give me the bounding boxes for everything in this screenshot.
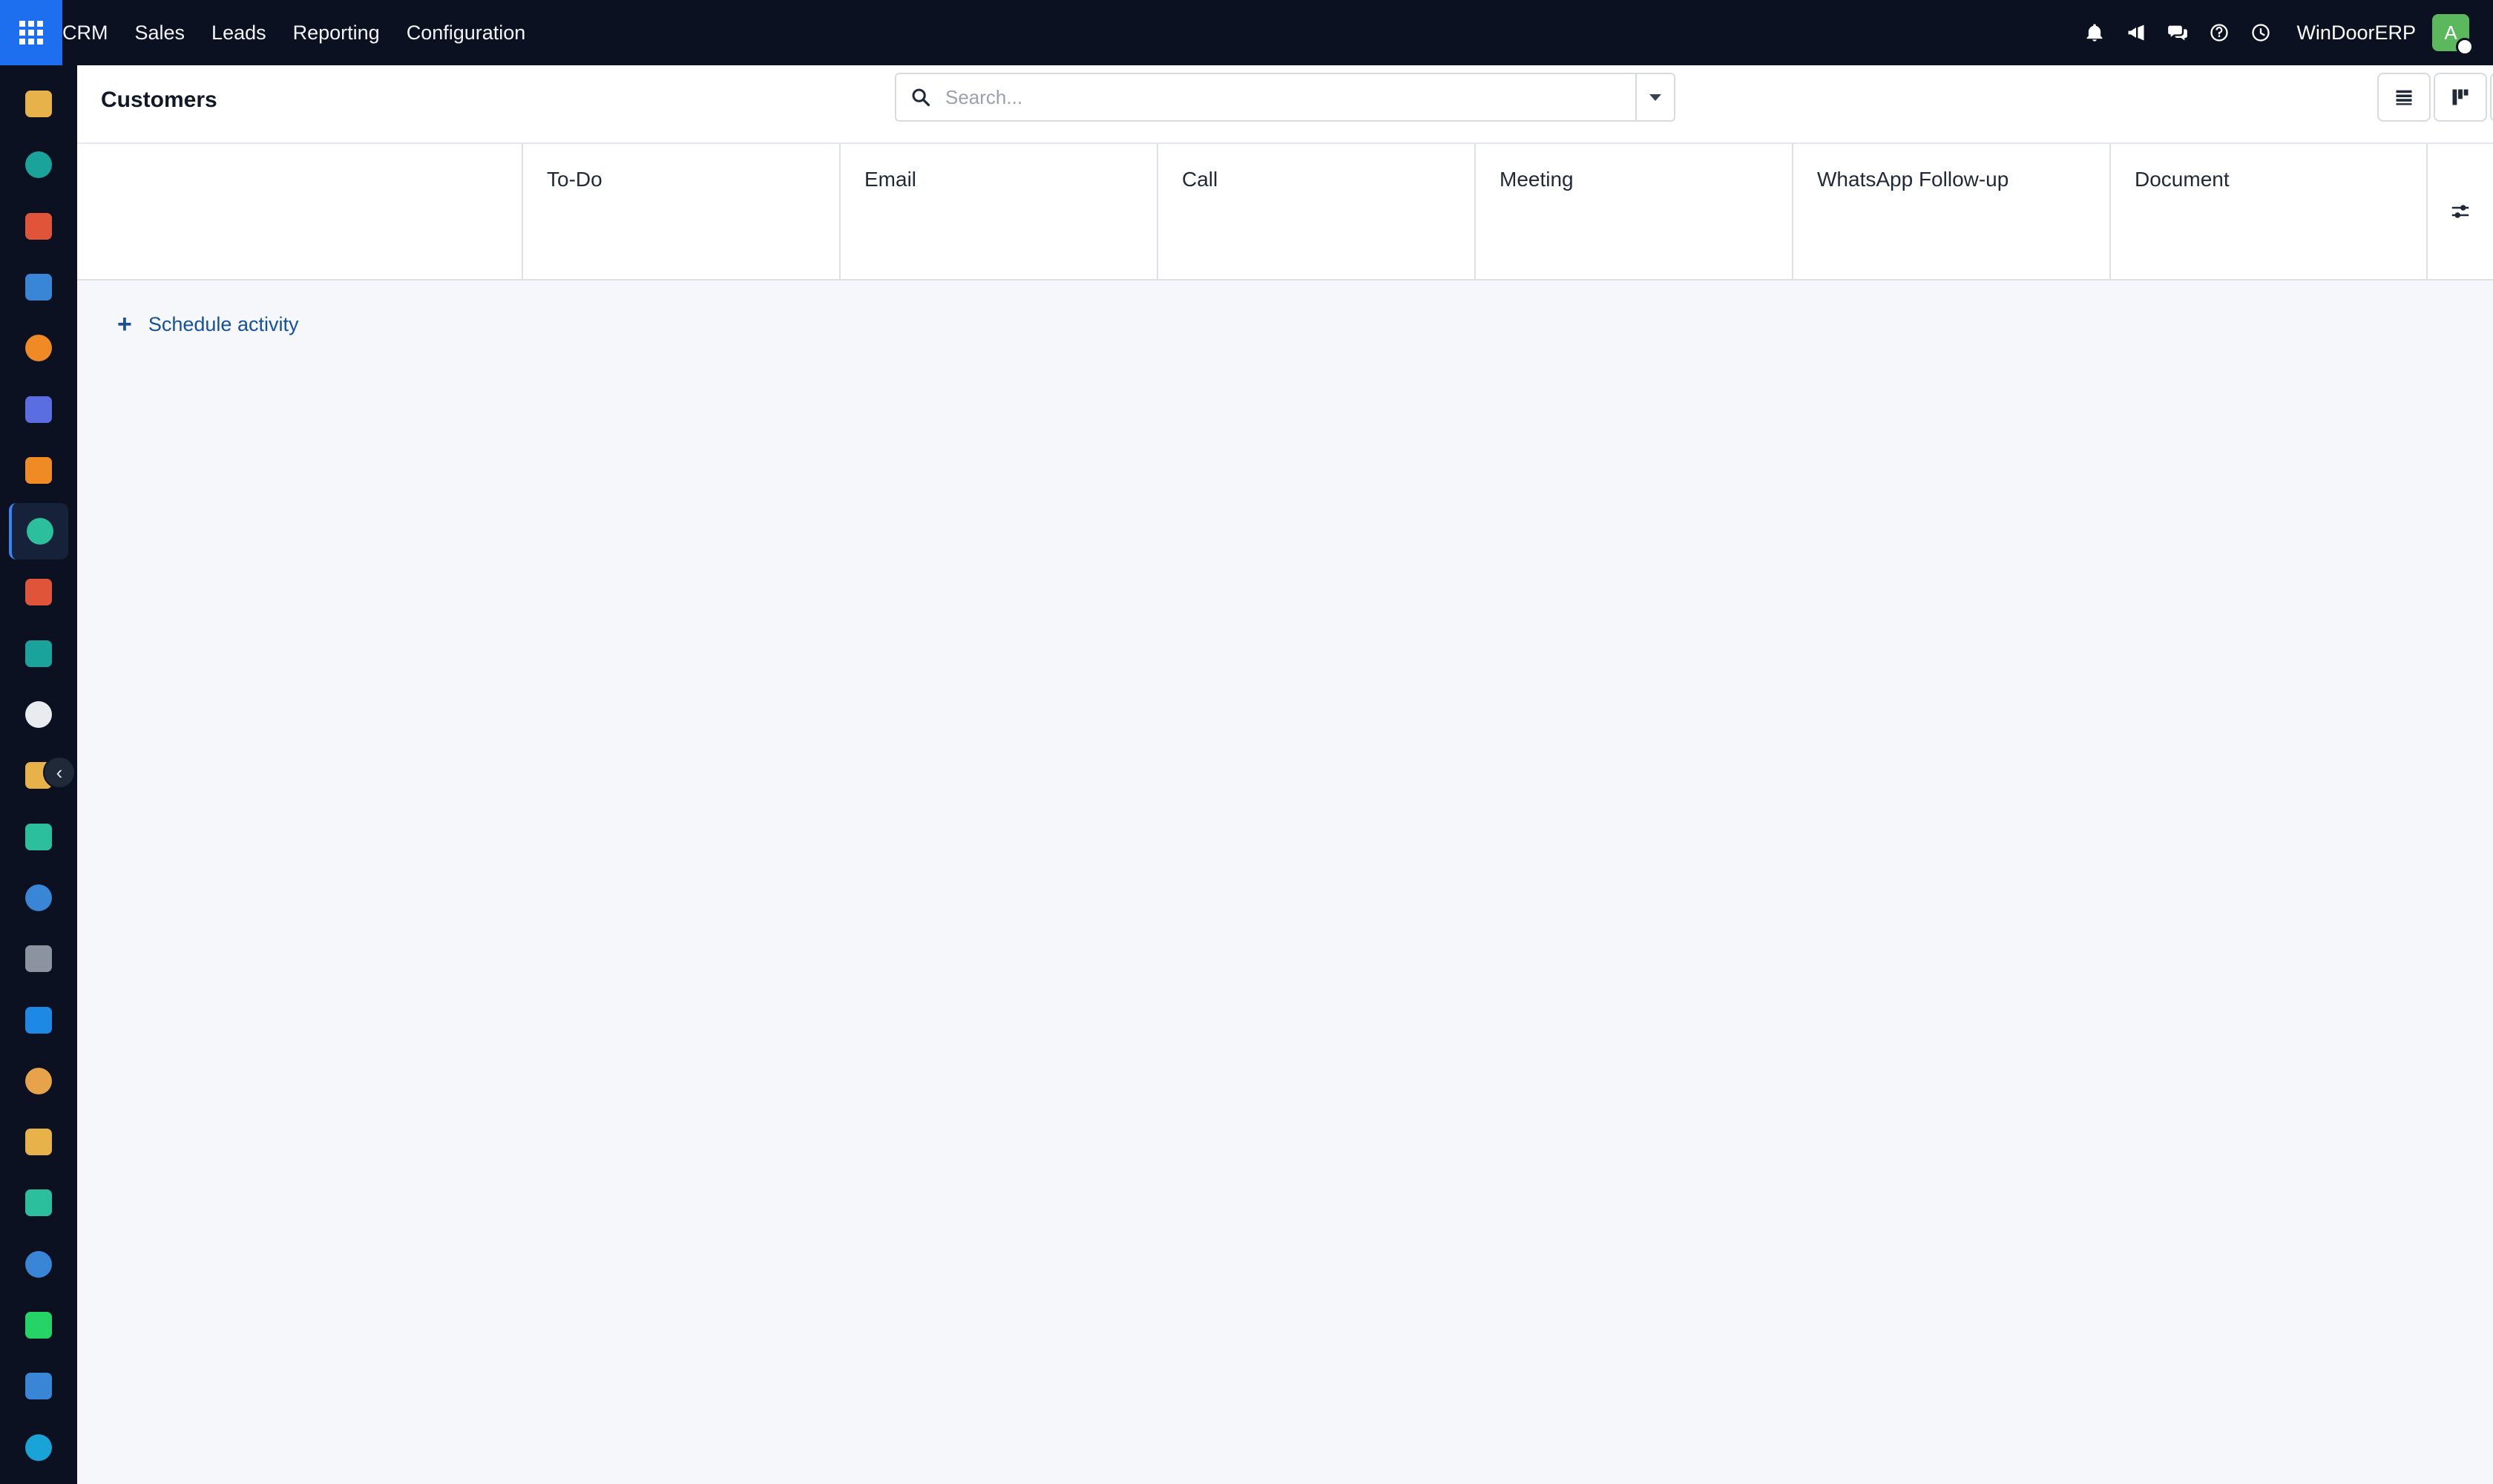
- app-inventory-icon: [25, 701, 52, 728]
- menu-sales[interactable]: Sales: [122, 0, 199, 65]
- user-avatar[interactable]: A: [2432, 14, 2474, 56]
- systray: WinDoorERP A: [2074, 0, 2493, 65]
- app-crm-icon: [27, 518, 53, 545]
- main-menu: CRM Sales Leads Reporting Configuration: [62, 0, 539, 65]
- kanban-view-button[interactable]: [2434, 73, 2487, 122]
- sidebar-app-planning[interactable]: [9, 259, 68, 315]
- search-bar: [895, 73, 1675, 122]
- search-input[interactable]: [945, 75, 1635, 119]
- schedule-activity-button[interactable]: + Schedule activity: [117, 312, 298, 337]
- menu-leads[interactable]: Leads: [198, 0, 280, 65]
- company-switcher[interactable]: WinDoorERP: [2296, 22, 2416, 45]
- sidebar-app-reporting[interactable]: [9, 198, 68, 255]
- sidebar-collapse-button[interactable]: ‹: [43, 756, 76, 789]
- app-invoicing-icon: [25, 1006, 52, 1034]
- sidebar-app-whatsapp[interactable]: [9, 1297, 68, 1353]
- sidebar-app-crm[interactable]: [9, 503, 68, 560]
- sliders-icon: [2451, 205, 2469, 218]
- grid-corner-cell: [77, 144, 523, 279]
- sidebar-app-discuss[interactable]: [9, 320, 68, 376]
- app-employees-icon: [25, 640, 52, 667]
- schedule-activity-label: Schedule activity: [148, 312, 299, 335]
- list-icon: [2396, 90, 2412, 105]
- chevron-left-icon: ‹: [56, 761, 63, 784]
- column-email[interactable]: Email: [841, 144, 1158, 279]
- app-reporting-icon: [25, 212, 52, 240]
- column-todo[interactable]: To-Do: [523, 144, 841, 279]
- list-view-button[interactable]: [2377, 73, 2431, 122]
- column-call[interactable]: Call: [1158, 144, 1476, 279]
- app-dashboards-icon: [25, 579, 52, 606]
- sidebar-app-employees[interactable]: [9, 626, 68, 682]
- sidebar-app-inventory[interactable]: [9, 686, 68, 743]
- avatar-initial: A: [2444, 21, 2457, 44]
- sidebar-app-elearning[interactable]: [9, 870, 68, 926]
- sidebar-app-website[interactable]: [9, 1236, 68, 1293]
- activity-grid-header: To-Do Email Call Meeting WhatsApp Follow…: [77, 144, 2493, 280]
- column-settings-button[interactable]: [2428, 144, 2493, 279]
- menu-configuration[interactable]: Configuration: [393, 0, 539, 65]
- app-spreadsheet-icon: [25, 1434, 52, 1461]
- sidebar-app-invoicing[interactable]: [9, 992, 68, 1048]
- app-whatsapp-icon: [25, 1312, 52, 1339]
- status-dot-icon: [2456, 38, 2474, 56]
- app-documents-icon: [25, 91, 52, 117]
- sidebar-app-products[interactable]: [9, 930, 68, 987]
- app-website-icon: [25, 1250, 52, 1278]
- caret-down-icon: [1649, 93, 1661, 101]
- app-products-icon: [25, 945, 52, 973]
- app-discuss-icon: [25, 335, 52, 362]
- search-icon[interactable]: [896, 74, 945, 120]
- app-sign-icon: [25, 1189, 52, 1217]
- app-live-chat-icon: [25, 456, 52, 484]
- chat-icon[interactable]: [2160, 15, 2195, 50]
- clock-icon[interactable]: [2243, 15, 2279, 50]
- control-panel: Customers: [77, 65, 2493, 144]
- activity-view-button[interactable]: [2490, 73, 2493, 122]
- kanban-icon: [2452, 89, 2469, 105]
- sidebar-app-live-chat[interactable]: [9, 442, 68, 499]
- sidebar-app-email-marketing[interactable]: [9, 381, 68, 438]
- grid-icon: [19, 21, 43, 45]
- app-contacts-icon: [25, 151, 52, 179]
- view-switcher: [2377, 73, 2493, 122]
- sidebar-app-team[interactable]: [9, 1053, 68, 1109]
- bell-icon[interactable]: [2077, 15, 2112, 50]
- sidebar-app-sign[interactable]: [9, 1175, 68, 1231]
- column-whatsapp-followup[interactable]: WhatsApp Follow-up: [1793, 144, 2111, 279]
- sidebar-app-dashboards[interactable]: [9, 564, 68, 620]
- app-email-marketing-icon: [25, 395, 52, 423]
- app-calendar-icon: [25, 1129, 52, 1156]
- app-team-icon: [25, 1067, 52, 1094]
- top-navbar: CRM Sales Leads Reporting Configuration …: [0, 0, 2493, 65]
- megaphone-icon[interactable]: [2118, 15, 2154, 50]
- app-planning-icon: [25, 273, 52, 301]
- search-options-toggle[interactable]: [1635, 74, 1674, 120]
- menu-reporting[interactable]: Reporting: [280, 0, 393, 65]
- app-project-icon: [25, 823, 52, 850]
- column-meeting[interactable]: Meeting: [1476, 144, 1793, 279]
- plus-icon: +: [117, 310, 132, 338]
- column-document[interactable]: Document: [2111, 144, 2428, 279]
- sidebar-app-calendar[interactable]: [9, 1114, 68, 1170]
- help-icon[interactable]: [2201, 15, 2237, 50]
- menu-crm[interactable]: CRM: [62, 0, 122, 65]
- sidebar-app-timesheets[interactable]: [9, 1358, 68, 1414]
- page-title: Customers: [101, 88, 217, 112]
- sidebar-app-project[interactable]: [9, 809, 68, 865]
- apps-menu-button[interactable]: [0, 0, 62, 65]
- app-elearning-icon: [25, 884, 52, 911]
- sidebar-app-spreadsheet[interactable]: [9, 1419, 68, 1476]
- sidebar-app-documents[interactable]: [9, 76, 68, 132]
- sidebar-app-contacts[interactable]: [9, 137, 68, 193]
- app-timesheets-icon: [25, 1373, 52, 1400]
